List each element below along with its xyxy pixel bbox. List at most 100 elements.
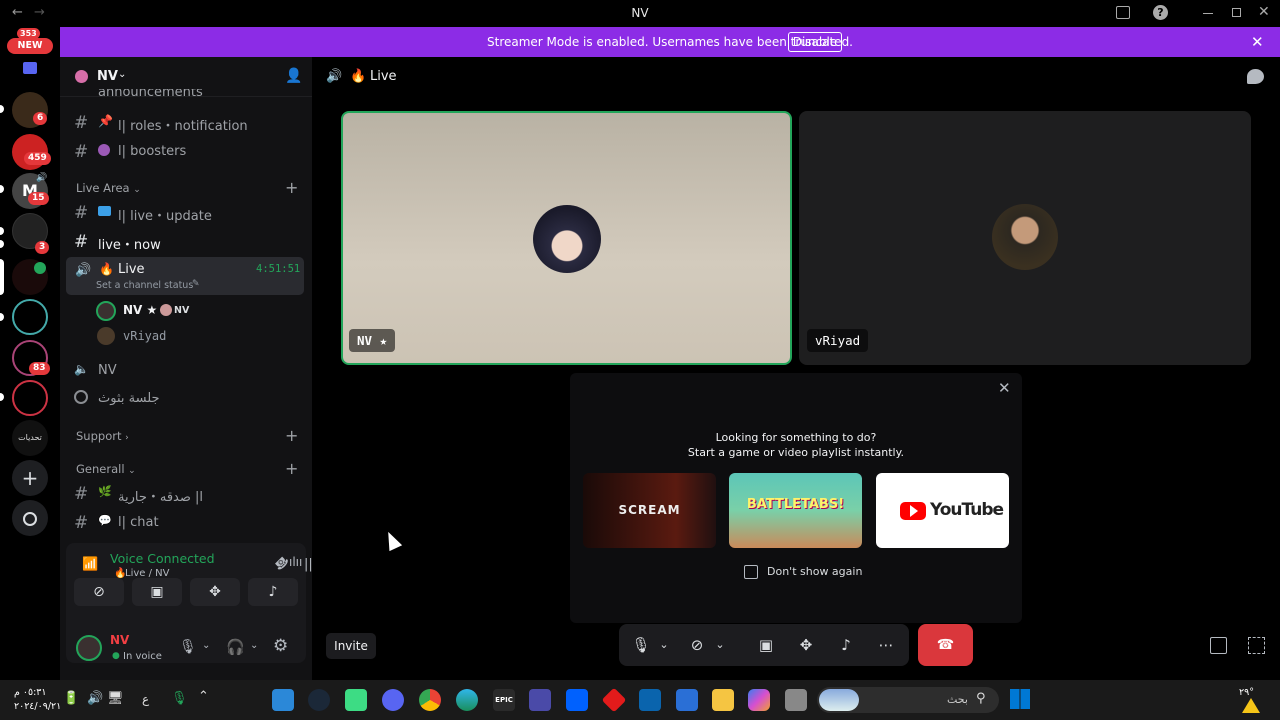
folder-icon[interactable] xyxy=(712,689,734,711)
warning-icon[interactable] xyxy=(1242,698,1260,713)
video-tile-vriyad[interactable]: vRiyad xyxy=(799,111,1251,365)
inbox-icon[interactable] xyxy=(1116,6,1130,19)
app-icon[interactable] xyxy=(601,687,627,713)
more-icon[interactable]: ⋯ xyxy=(871,624,901,666)
speaker-icon: 🔊 xyxy=(36,173,48,183)
category-generall[interactable]: Generall ⌄ xyxy=(76,462,136,476)
voice-channel-live[interactable]: 🔊 🔥 Live 4:51:51 Set a channel status ✎ xyxy=(66,257,304,295)
windows-start-icon[interactable] xyxy=(1010,689,1030,709)
channel-status-hint[interactable]: Set a channel status xyxy=(96,280,193,291)
disable-button[interactable]: Disable xyxy=(788,32,842,52)
member-tag: NV xyxy=(174,305,190,316)
epic-games-icon[interactable]: EPIC xyxy=(493,689,515,711)
channel-roles[interactable]: # 📌 ا| roles・notification xyxy=(74,109,304,135)
popout-icon[interactable] xyxy=(1210,637,1227,654)
channel-live-now[interactable]: # live・now xyxy=(74,228,304,254)
store-icon[interactable] xyxy=(676,689,698,711)
add-channel-icon[interactable]: + xyxy=(285,426,298,445)
clock-time[interactable]: ٠٥:٣١ م xyxy=(14,687,47,698)
battery-icon[interactable]: 🔋 xyxy=(63,691,79,706)
channel-sadaqa[interactable]: # 🌿 ا| صدقه・جارية xyxy=(74,480,304,506)
voice-member[interactable]: NV ★ NV xyxy=(96,300,296,322)
add-friend-icon[interactable]: 👤 xyxy=(285,68,302,84)
close-icon[interactable]: ✕ xyxy=(1251,33,1264,51)
discord-icon[interactable] xyxy=(382,689,404,711)
screen-share-button[interactable]: ▣ xyxy=(132,578,182,606)
chevron-down-icon[interactable]: ⌄ xyxy=(202,640,210,651)
chrome-icon[interactable] xyxy=(419,689,441,711)
add-channel-icon[interactable]: + xyxy=(285,459,298,478)
voice-channel-nv[interactable]: 🔈 NV xyxy=(74,357,304,383)
fullscreen-icon[interactable] xyxy=(1248,637,1265,654)
microphone-icon[interactable]: 🎙 xyxy=(179,639,197,655)
category-support[interactable]: Support › xyxy=(76,429,129,443)
chevron-down-icon[interactable]: ⌄ xyxy=(250,640,258,651)
clock-date[interactable]: ٢٠٢٤/٠٩/٢١ xyxy=(14,701,61,712)
invite-button[interactable]: Invite xyxy=(326,633,376,659)
dont-show-label[interactable]: Don't show again xyxy=(767,565,862,578)
chat-icon[interactable] xyxy=(1247,69,1264,84)
search-icon: ⚲ xyxy=(976,691,986,706)
camera-toggle-button[interactable]: ⊘ xyxy=(74,578,124,606)
network-icon[interactable]: 🖥 xyxy=(107,691,124,706)
channel-live-update[interactable]: # ا| live・update xyxy=(74,199,304,225)
close-window-icon[interactable]: ✕ xyxy=(1258,4,1270,20)
activities-button[interactable]: ✥ xyxy=(190,578,240,606)
dropbox-icon[interactable] xyxy=(566,689,588,711)
folder-icon[interactable] xyxy=(23,62,37,74)
end-call-button[interactable]: ☎ xyxy=(918,624,973,666)
app-icon[interactable] xyxy=(529,689,551,711)
server-icon[interactable] xyxy=(12,299,48,335)
minimize-icon[interactable] xyxy=(1203,13,1213,14)
soundboard-icon[interactable]: ♪ xyxy=(831,624,861,666)
explore-icon[interactable] xyxy=(12,500,48,536)
app-icon[interactable] xyxy=(272,689,294,711)
close-icon[interactable]: ✕ xyxy=(998,379,1011,397)
activities-icon[interactable]: ✥ xyxy=(791,624,821,666)
steam-icon[interactable] xyxy=(308,689,330,711)
activity-card-scream[interactable]: SCREAM xyxy=(583,473,716,548)
new-mentions-indicator[interactable]: 353 NEW xyxy=(7,28,53,54)
avatar xyxy=(992,204,1058,270)
activity-card-youtube[interactable]: YouTube xyxy=(876,473,1009,548)
avatar[interactable] xyxy=(76,635,102,661)
activity-card-battletabs[interactable]: BATTLETABS! xyxy=(729,473,862,548)
chevron-down-icon[interactable]: ⌄ xyxy=(711,624,729,666)
stage-channel[interactable]: جلسة بثوث xyxy=(74,385,304,411)
help-icon[interactable]: ? xyxy=(1153,5,1168,20)
voice-member[interactable]: vRiyad xyxy=(96,326,296,348)
chevron-down-icon[interactable]: ⌄ xyxy=(655,624,673,666)
soundboard-button[interactable]: ♪ xyxy=(248,578,298,606)
username[interactable]: NV xyxy=(110,633,129,647)
server-icon[interactable]: تحديات xyxy=(12,420,48,456)
channel-item[interactable]: announcements xyxy=(74,89,274,99)
microphone-icon[interactable]: 🎙 xyxy=(627,624,655,666)
voice-status[interactable]: Voice Connected xyxy=(110,551,215,566)
copilot-icon[interactable] xyxy=(748,689,770,711)
headphones-icon[interactable]: 🎧 xyxy=(226,638,245,656)
android-icon[interactable] xyxy=(345,689,367,711)
microphone-icon[interactable]: 🎙 xyxy=(171,691,188,706)
weather-temp[interactable]: ٢٩° xyxy=(1239,687,1254,698)
channel-boosters[interactable]: # ا| boosters xyxy=(74,138,304,164)
category-live-area[interactable]: Live Area ⌄ xyxy=(76,181,141,195)
volume-icon[interactable]: 🔊 xyxy=(87,691,103,706)
maximize-icon[interactable] xyxy=(1232,8,1241,17)
server-icon[interactable] xyxy=(12,380,48,416)
outlook-icon[interactable] xyxy=(639,689,661,711)
dont-show-checkbox[interactable] xyxy=(744,565,758,579)
pencil-icon[interactable]: ✎ xyxy=(192,279,200,289)
camera-off-icon[interactable]: ⊘ xyxy=(683,624,711,666)
edge-icon[interactable] xyxy=(456,689,478,711)
channel-chat[interactable]: # 💬 ا| chat xyxy=(74,509,304,535)
language-indicator[interactable]: ع xyxy=(142,692,149,706)
chevron-up-icon[interactable]: ⌃ xyxy=(198,689,209,704)
signal-icon[interactable]: 📶 xyxy=(82,557,98,572)
add-channel-icon[interactable]: + xyxy=(285,178,298,197)
add-server-icon[interactable]: + xyxy=(12,460,48,496)
app-icon[interactable] xyxy=(785,689,807,711)
gear-icon[interactable]: ⚙ xyxy=(273,636,288,656)
search-bar[interactable]: بحث ⚲ xyxy=(817,687,999,713)
screen-share-icon[interactable]: ▣ xyxy=(751,624,781,666)
video-tile-nv[interactable]: NV ★ xyxy=(341,111,792,365)
